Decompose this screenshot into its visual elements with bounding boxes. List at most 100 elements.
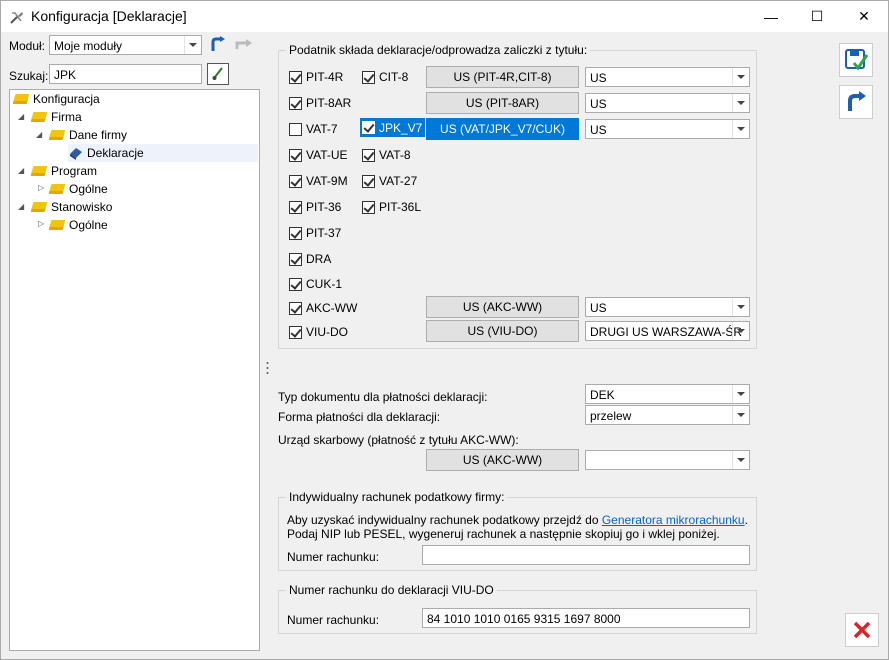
irp-instruction-line1: Aby uzyskać indywidualny rachunek podatk… [287,513,748,527]
checkbox-akc-ww[interactable]: AKC-WW [289,300,357,316]
tree-item-firma[interactable]: Firma [32,108,82,126]
chevron-down-icon [732,68,749,86]
checkbox-pit-36[interactable]: PIT-36 [289,199,341,215]
back-button[interactable] [207,34,229,56]
checkbox-vat-8[interactable]: VAT-8 [362,147,411,163]
irp-group-title: Indywidualny rachunek podatkowy firmy: [286,490,508,504]
forma-platnosci-select[interactable]: przelew [585,405,750,425]
tree-item-label: Program [51,164,98,178]
viu-numer-input[interactable]: 84 1010 1010 0165 9315 1697 8000 [422,608,750,628]
checkbox-box [362,148,375,162]
undo-arrow-icon [848,91,866,111]
checkbox-label: VAT-7 [306,122,338,136]
urzad-skarbowy-select[interactable] [585,450,750,470]
checkbox-viu-do[interactable]: VIU-DO [289,324,348,340]
tree-item-dane-firmy[interactable]: Dane firmy [50,126,127,144]
expand-down-icon[interactable]: ◢ [36,131,44,139]
folder-icon [50,219,66,231]
tree-item-deklaracje[interactable]: Deklaracje [68,144,258,162]
us-akc-ww-select[interactable]: US [585,297,750,317]
minimize-icon: — [764,8,778,25]
declaration-icon [70,148,82,160]
chevron-down-icon [732,298,749,316]
us-viu-do-select[interactable]: DRUGI US WARSZAWA-ŚR [585,321,750,341]
generator-link[interactable]: Generatora mikrorachunku [602,513,745,527]
modul-value: Moje moduły [54,39,123,53]
checkbox-label: VAT-UE [306,148,348,162]
tree-item-stanowisko[interactable]: Stanowisko [32,198,112,216]
expand-down-icon[interactable]: ◢ [18,167,26,175]
checkbox-box [289,174,302,188]
irp-numer-input[interactable] [422,545,750,565]
us-vat-jpk-cuk-select[interactable]: US [585,119,750,139]
tree-item-program[interactable]: Program [32,162,97,180]
checkbox-pit-36l[interactable]: PIT-36L [362,199,421,215]
tree-item-ogolne-stanowisko[interactable]: Ogólne [50,216,108,234]
checkbox-label: VIU-DO [306,325,348,339]
checkbox-box [289,252,302,266]
select-value: przelew [590,409,632,423]
search-label: Szukaj: [9,69,49,83]
title-bar: Konfiguracja [Deklaracje] — ☐ ✕ [1,1,888,32]
checkbox-jpk-v7[interactable]: JPK_V7 [360,118,426,137]
us-pit8ar-button[interactable]: US (PIT-8AR) [426,92,579,114]
expand-right-icon[interactable]: ▷ [38,184,46,192]
expand-down-icon[interactable]: ◢ [18,203,26,211]
checkbox-box [362,70,375,84]
checkbox-box [289,226,302,240]
checkbox-vat-27[interactable]: VAT-27 [362,173,417,189]
checkbox-vat-9m[interactable]: VAT-9M [289,173,348,189]
search-input[interactable]: JPK [49,64,202,84]
undo-arrow-icon [211,36,225,51]
tree-item-konfiguracja[interactable]: Konfiguracja [14,90,100,108]
checkbox-dra[interactable]: DRA [289,251,331,267]
viu-numer-label: Numer rachunku: [287,613,380,627]
us-vat-jpk-cuk-button[interactable]: US (VAT/JPK_V7/CUK) [426,118,579,140]
checkbox-pit-4r[interactable]: PIT-4R [289,69,343,85]
us-akc-ww-button[interactable]: US (AKC-WW) [426,296,579,318]
urzad-skarbowy-label: Urząd skarbowy (płatność z tytułu AKC-WW… [278,433,519,447]
us-pit4r-cit8-select[interactable]: US [585,67,750,87]
podatnik-group-title: Podatnik składa deklaracje/odprowadza za… [286,43,591,57]
us-pit4r-cit8-button[interactable]: US (PIT-4R,CIT-8) [426,66,579,88]
us-pit8ar-select[interactable]: US [585,93,750,113]
minimize-button[interactable]: — [748,1,794,32]
checkbox-pit-37[interactable]: PIT-37 [289,225,341,241]
checkbox-box [289,200,302,214]
undo-button[interactable] [839,85,873,119]
checkbox-label: CIT-8 [379,70,409,84]
tools-icon [10,12,23,24]
brush-search-icon [212,67,223,80]
checkbox-vat-ue[interactable]: VAT-UE [289,147,348,163]
maximize-button[interactable]: ☐ [794,1,840,32]
chevron-down-icon [732,406,749,424]
cancel-button[interactable] [845,613,879,647]
search-button[interactable] [207,63,229,85]
checkbox-vat-7[interactable]: VAT-7 [289,121,338,137]
chevron-down-icon [732,322,749,340]
close-window-button[interactable]: ✕ [841,1,887,32]
urzad-us-akc-ww-button[interactable]: US (AKC-WW) [426,449,579,471]
save-button[interactable] [839,43,873,77]
save-icon [845,49,869,71]
config-tree[interactable]: Konfiguracja ◢ Firma ◢ Dane firmy Deklar… [9,89,260,651]
expand-right-icon[interactable]: ▷ [38,220,46,228]
typ-dokumentu-select[interactable]: DEK [585,384,750,404]
forward-button[interactable] [233,34,255,56]
checkbox-box [289,96,302,110]
tree-item-ogolne-program[interactable]: Ogólne [50,180,108,198]
checkbox-box [362,121,375,134]
us-viu-do-button[interactable]: US (VIU-DO) [426,320,579,342]
modul-select[interactable]: Moje moduły [49,35,202,55]
tree-item-label: Ogólne [69,218,108,232]
folder-icon [14,93,30,105]
checkbox-cuk-1[interactable]: CUK-1 [289,276,342,292]
splitter-handle[interactable] [266,361,269,375]
checkbox-pit-8ar[interactable]: PIT-8AR [289,95,351,111]
irp-numer-label: Numer rachunku: [287,550,380,564]
expand-down-icon[interactable]: ◢ [18,113,26,121]
folder-icon [32,165,48,177]
checkbox-box [289,277,302,291]
checkbox-cit-8[interactable]: CIT-8 [362,69,408,85]
irp-instruction-line2: Podaj NIP lub PESEL, wygeneruj rachunek … [287,527,720,541]
